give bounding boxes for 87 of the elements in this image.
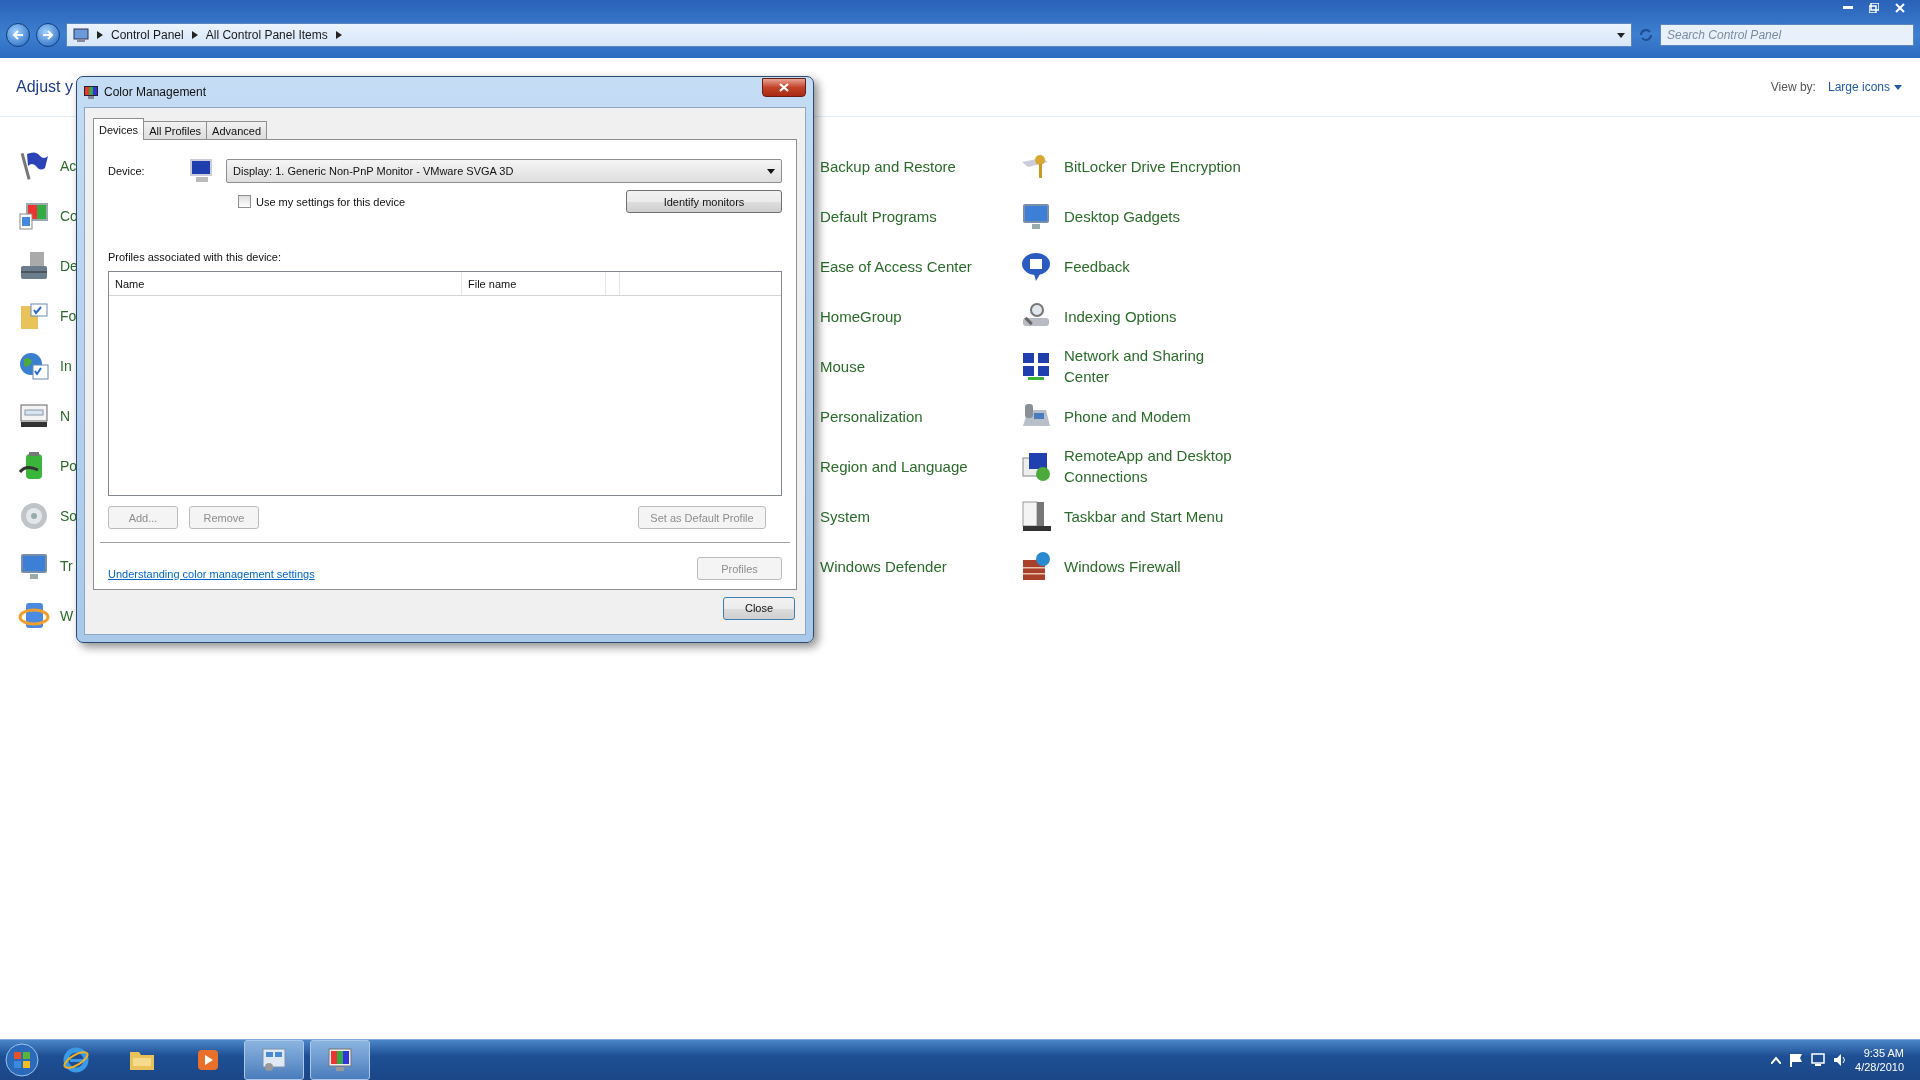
control-panel-link[interactable]: W	[60, 605, 74, 627]
page-heading: Adjust y	[16, 78, 73, 96]
start-orb-icon[interactable]	[4, 1042, 40, 1078]
control-panel-link[interactable]: Tr	[60, 555, 73, 577]
control-panel-link[interactable]: Region and Language	[820, 455, 968, 477]
control-panel-link[interactable]: Windows Firewall	[1064, 555, 1181, 577]
dropdown-arrow-icon	[1617, 32, 1625, 38]
use-my-settings-checkbox[interactable]: Use my settings for this device	[238, 195, 406, 208]
device-dropdown[interactable]: Display: 1. Generic Non-PnP Monitor - VMware SVGA 3D	[226, 159, 782, 183]
control-panel-link[interactable]: Ease of Access Center	[820, 255, 972, 277]
tab[interactable]: All Profiles	[143, 121, 208, 140]
restore-icon	[1869, 3, 1879, 13]
brick-wall-icon	[1020, 550, 1052, 582]
control-panel-link[interactable]: Windows Defender	[820, 555, 947, 577]
toolbox-icon	[18, 250, 50, 282]
chevron-right-icon	[97, 31, 103, 39]
color-monitor-icon	[18, 200, 50, 232]
control-panel-link[interactable]: Network and Sharing Center	[1064, 345, 1244, 387]
address-bar[interactable]: Control Panel All Control Panel Items	[66, 23, 1632, 47]
control-panel-link[interactable]: N	[60, 405, 71, 427]
device-label: Device:	[108, 165, 146, 177]
dropdown-arrow-icon	[767, 168, 775, 174]
control-panel-link[interactable]: Personalization	[820, 405, 923, 427]
network-icon	[1811, 1053, 1826, 1067]
search-field[interactable]: Search Control Panel	[1660, 24, 1914, 46]
color-monitor-icon	[84, 85, 98, 99]
back-button[interactable]	[6, 23, 30, 47]
identify-monitors-button[interactable]: Identify monitors	[626, 190, 782, 213]
control-panel-link[interactable]: Po	[60, 455, 78, 477]
breadcrumb[interactable]: All Control Panel Items	[205, 28, 328, 42]
folder-icon	[18, 300, 50, 332]
control-panel-link[interactable]: In	[60, 355, 72, 377]
globe-icon	[18, 350, 50, 382]
close-icon	[779, 82, 789, 92]
close-button[interactable]	[762, 77, 806, 97]
checkbox[interactable]	[238, 195, 251, 208]
control-panel-link[interactable]: Mouse	[820, 355, 866, 377]
close-icon	[1895, 3, 1905, 13]
chevron-right-icon	[335, 31, 342, 39]
flag-icon	[18, 150, 50, 182]
forward-arrow-icon	[42, 29, 54, 41]
control-panel-link[interactable]: System	[820, 505, 870, 527]
control-panel-link[interactable]: BitLocker Drive Encryption	[1064, 155, 1241, 177]
chevron-right-icon	[191, 31, 198, 39]
control-panel-link[interactable]: Ac	[60, 155, 77, 177]
minimize-icon	[1843, 6, 1853, 10]
taskbar-button[interactable]	[310, 1040, 370, 1080]
speaker-icon	[18, 500, 50, 532]
network-icon	[1020, 350, 1052, 382]
browser-icon	[62, 1046, 90, 1074]
close-dialog-button[interactable]: Close	[723, 596, 795, 620]
breadcrumb[interactable]: Control Panel	[111, 28, 184, 42]
view-by-label: View by:	[1770, 80, 1816, 94]
help-link[interactable]: Understanding color management settings	[108, 567, 315, 580]
chevron-up-icon	[1771, 1056, 1782, 1064]
control-panel-link[interactable]: Phone and Modem	[1064, 405, 1191, 427]
control-panel-link[interactable]: Fo	[60, 305, 77, 327]
clock-date: 4/28/2010	[1855, 1060, 1904, 1074]
control-panel-link[interactable]: Desktop Gadgets	[1064, 205, 1180, 227]
view-by-dropdown[interactable]: Large icons	[1827, 80, 1902, 94]
tab[interactable]: Devices	[93, 118, 145, 140]
control-panel-link[interactable]: Backup and Restore	[820, 155, 956, 177]
column-header[interactable]: File name	[462, 272, 606, 295]
monitor-icon	[188, 158, 214, 184]
back-arrow-icon	[12, 29, 24, 41]
remote-monitor-icon	[1020, 450, 1052, 482]
control-panel-link[interactable]: Taskbar and Start Menu	[1064, 505, 1224, 527]
control-panel-link[interactable]: Default Programs	[820, 205, 937, 227]
taskbar-button[interactable]	[244, 1040, 304, 1080]
control-panel-link[interactable]: HomeGroup	[820, 305, 902, 327]
control-panel-link[interactable]: So	[60, 505, 78, 527]
control-panel-link[interactable]: Feedback	[1064, 255, 1130, 277]
control-panel-icon	[73, 28, 89, 42]
clock-time: 9:35 AM	[1863, 1046, 1904, 1060]
flag-icon	[1789, 1053, 1804, 1067]
forward-button[interactable]	[36, 23, 60, 47]
color-monitor-icon	[326, 1046, 354, 1074]
control-panel-link[interactable]: RemoteApp and Desktop Connections	[1064, 445, 1244, 487]
dialog-title: Color Management	[104, 85, 207, 99]
control-panel-link[interactable]: Indexing Options	[1064, 305, 1177, 327]
volume-icon	[1833, 1053, 1848, 1067]
control-panel-icon	[260, 1046, 288, 1074]
dropdown-arrow-icon	[1894, 84, 1902, 90]
speech-bubble-icon	[1020, 250, 1052, 282]
profiles-label: Profiles associated with this device:	[108, 251, 283, 263]
tab[interactable]: Advanced	[206, 121, 268, 140]
column-header[interactable]: Name	[109, 272, 462, 295]
